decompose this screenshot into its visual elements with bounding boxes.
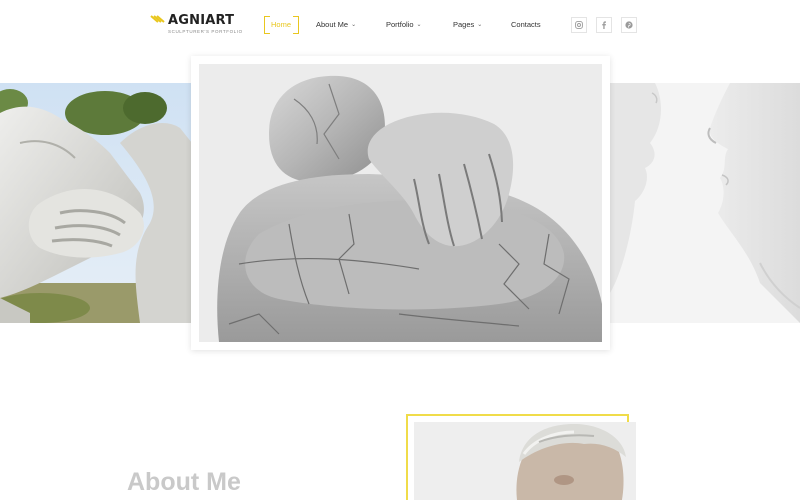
facebook-icon bbox=[602, 21, 606, 29]
brand-logo[interactable]: AGNIART SCULPTURER'S PORTFOLIO bbox=[149, 12, 259, 38]
brand-tagline: SCULPTURER'S PORTFOLIO bbox=[168, 29, 243, 34]
brand-name: AGNIART bbox=[168, 13, 235, 28]
nav-item-portfolio[interactable]: Portfolio ⌄ bbox=[386, 16, 422, 34]
hero-main-image bbox=[199, 64, 602, 342]
nav-item-about-me[interactable]: About Me ⌄ bbox=[316, 16, 356, 34]
chevron-down-icon: ⌄ bbox=[416, 22, 422, 28]
portrait-image bbox=[414, 422, 636, 500]
active-bracket-right bbox=[293, 16, 299, 34]
logo-mark-icon bbox=[150, 15, 165, 23]
about-title: About Me bbox=[127, 468, 241, 496]
nav-item-pages-label: Pages bbox=[453, 20, 475, 29]
nav-item-home[interactable]: Home bbox=[271, 16, 291, 34]
faces-sculpture-image bbox=[610, 83, 800, 323]
hero-right-image[interactable] bbox=[610, 83, 800, 323]
pinterest-icon bbox=[625, 21, 633, 29]
marble-figure-sculpture-image bbox=[199, 64, 602, 342]
nav-item-pages[interactable]: Pages ⌄ bbox=[453, 16, 482, 34]
about-photo bbox=[414, 422, 636, 500]
hero-main-card[interactable] bbox=[191, 56, 610, 350]
active-bracket-left bbox=[264, 16, 270, 34]
pinterest-button[interactable] bbox=[621, 17, 637, 33]
hero-left-image[interactable] bbox=[0, 83, 192, 323]
facebook-button[interactable] bbox=[596, 17, 612, 33]
nav-item-portfolio-label: Portfolio bbox=[386, 20, 414, 29]
chevron-down-icon: ⌄ bbox=[351, 22, 357, 28]
instagram-icon bbox=[575, 21, 583, 29]
chevron-down-icon: ⌄ bbox=[477, 22, 483, 28]
nav-item-about-me-label: About Me bbox=[316, 20, 349, 29]
handshake-sculpture-image bbox=[0, 83, 192, 323]
instagram-button[interactable] bbox=[571, 17, 587, 33]
nav-item-contacts[interactable]: Contacts bbox=[511, 16, 541, 34]
